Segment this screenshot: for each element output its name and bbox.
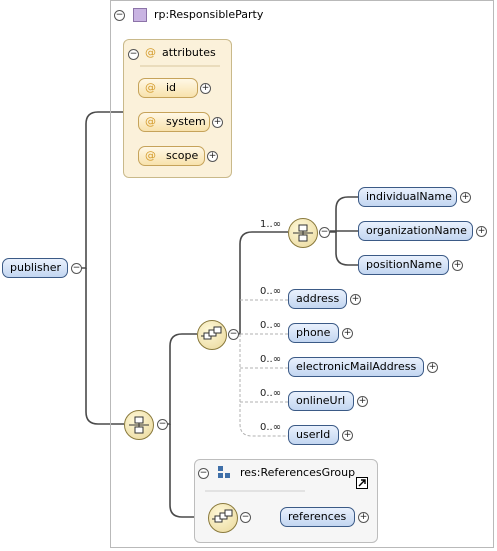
attributes-header: attributes bbox=[162, 46, 216, 59]
cardinality-label: 0..∞ bbox=[260, 320, 282, 331]
attributes-divider bbox=[140, 65, 220, 67]
at-icon: @ bbox=[145, 115, 156, 128]
attribute-label: scope bbox=[166, 149, 199, 162]
sequence-glyph-icon bbox=[293, 224, 313, 242]
expand-icon[interactable]: + bbox=[342, 328, 353, 339]
all-glyph-icon bbox=[201, 326, 222, 340]
element-onlineUrl[interactable]: onlineUrl bbox=[288, 391, 354, 411]
expand-icon[interactable]: + bbox=[207, 151, 218, 162]
type-square-icon bbox=[133, 8, 147, 22]
expand-icon[interactable]: + bbox=[212, 117, 223, 128]
element-userId[interactable]: userId bbox=[288, 425, 339, 445]
element-address[interactable]: address bbox=[288, 289, 347, 309]
at-icon: @ bbox=[145, 46, 156, 59]
attribute-scope[interactable]: @ scope bbox=[138, 146, 205, 166]
expand-icon[interactable]: + bbox=[460, 192, 471, 203]
element-references[interactable]: references bbox=[280, 507, 355, 527]
element-electronicMailAddress[interactable]: electronicMailAddress bbox=[288, 357, 424, 377]
group-icon bbox=[218, 466, 230, 478]
collapse-icon[interactable]: − bbox=[114, 10, 125, 21]
sequence-compositor-icon[interactable] bbox=[124, 410, 154, 440]
element-organizationName[interactable]: organizationName bbox=[358, 221, 473, 241]
publisher-element[interactable]: publisher bbox=[2, 258, 68, 278]
expand-icon[interactable]: + bbox=[342, 430, 353, 441]
at-icon: @ bbox=[145, 81, 156, 94]
attribute-id[interactable]: @ id bbox=[138, 78, 198, 98]
expand-icon[interactable]: + bbox=[427, 362, 438, 373]
inner-sequence-compositor-icon[interactable] bbox=[197, 320, 227, 350]
references-group-title: res:ReferencesGroup bbox=[240, 466, 356, 479]
publisher-collapse-icon[interactable]: − bbox=[71, 263, 82, 274]
element-positionName[interactable]: positionName bbox=[358, 255, 449, 275]
attribute-label: system bbox=[166, 115, 206, 128]
cardinality-label: 0..∞ bbox=[260, 286, 282, 297]
collapse-icon[interactable]: − bbox=[319, 227, 330, 238]
expand-icon[interactable]: + bbox=[350, 294, 361, 305]
cardinality-label: 0..∞ bbox=[260, 354, 282, 365]
cardinality-label: 0..∞ bbox=[260, 388, 282, 399]
references-sequence-compositor-icon[interactable] bbox=[208, 503, 238, 533]
rp-group-title: rp:ResponsibleParty bbox=[154, 8, 264, 21]
attributes-collapse-icon[interactable]: − bbox=[128, 49, 139, 60]
all-glyph-icon bbox=[212, 509, 233, 523]
attribute-label: id bbox=[166, 81, 177, 94]
expand-icon[interactable]: + bbox=[452, 260, 463, 271]
expand-icon[interactable]: + bbox=[358, 512, 369, 523]
collapse-icon[interactable]: − bbox=[240, 512, 251, 523]
element-individualName[interactable]: individualName bbox=[358, 187, 457, 207]
references-divider bbox=[205, 490, 305, 492]
collapse-icon[interactable]: − bbox=[157, 419, 168, 430]
cardinality-label: 1..∞ bbox=[260, 219, 282, 230]
expand-icon[interactable]: + bbox=[476, 226, 487, 237]
collapse-icon[interactable]: − bbox=[198, 468, 209, 479]
element-phone[interactable]: phone bbox=[288, 323, 339, 343]
at-icon: @ bbox=[145, 149, 156, 162]
expand-icon[interactable]: + bbox=[200, 83, 211, 94]
external-link-icon[interactable] bbox=[356, 477, 368, 489]
collapse-icon[interactable]: − bbox=[228, 329, 239, 340]
sequence-glyph-icon bbox=[129, 416, 149, 434]
attribute-system[interactable]: @ system bbox=[138, 112, 210, 132]
cardinality-label: 0..∞ bbox=[260, 422, 282, 433]
choice-compositor-icon[interactable] bbox=[288, 218, 318, 248]
expand-icon[interactable]: + bbox=[357, 396, 368, 407]
